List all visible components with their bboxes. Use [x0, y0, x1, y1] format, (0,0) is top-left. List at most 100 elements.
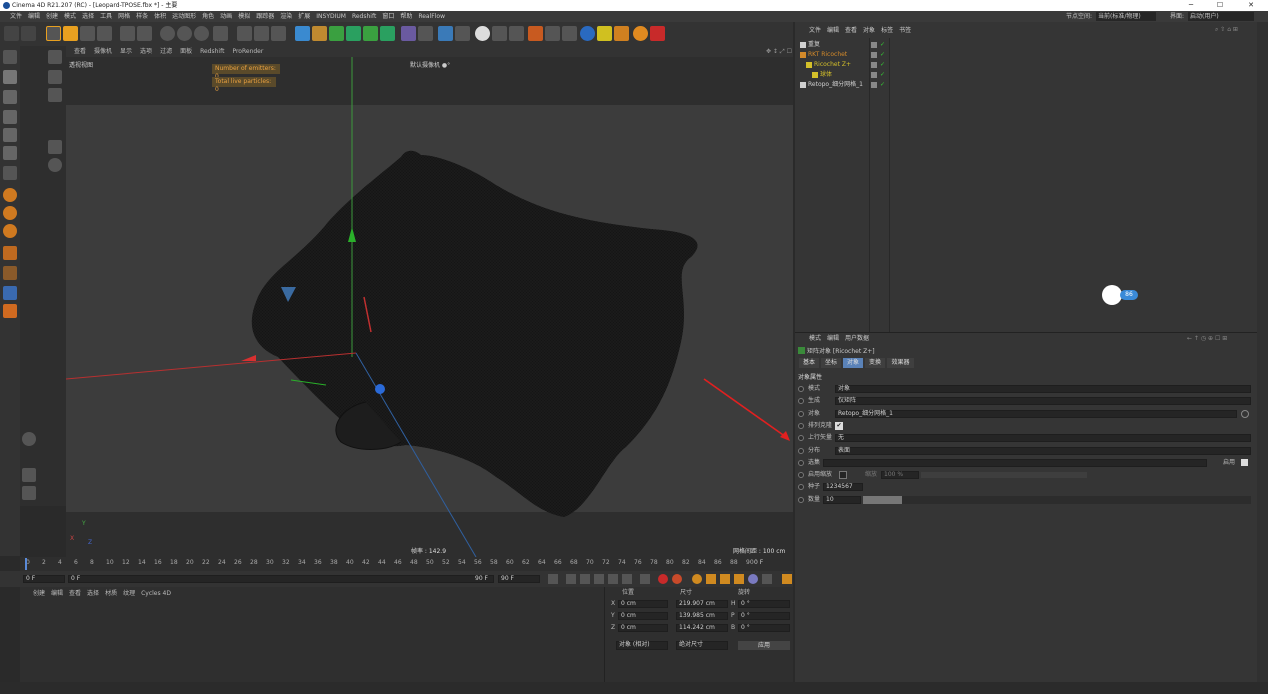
- om-menu-item[interactable]: 书签: [899, 27, 911, 34]
- coord-size-field[interactable]: 139.985 cm: [676, 612, 728, 620]
- points-mode-icon[interactable]: [3, 110, 17, 124]
- visibility-icon[interactable]: [871, 62, 877, 68]
- visibility-icon[interactable]: [871, 72, 877, 78]
- coord-system-icon[interactable]: [213, 26, 228, 41]
- param-dropdown[interactable]: 无: [835, 434, 1251, 443]
- y-axis-icon[interactable]: [177, 26, 192, 41]
- menu-item[interactable]: 扩展: [298, 13, 310, 20]
- edges-mode-icon[interactable]: [3, 128, 17, 142]
- polygons-mode-icon[interactable]: [3, 146, 17, 160]
- next-key-icon[interactable]: [622, 574, 632, 584]
- grid-icon[interactable]: [562, 26, 577, 41]
- array-icon[interactable]: [363, 26, 378, 41]
- enabled-check-icon[interactable]: ✓: [880, 60, 885, 70]
- vp-menu-item[interactable]: 查看: [74, 48, 86, 55]
- keyframe-select-icon[interactable]: [692, 574, 702, 584]
- render-view-icon[interactable]: [237, 26, 252, 41]
- end-frame-field[interactable]: 90 F: [498, 575, 540, 583]
- object-row[interactable]: Ricochet Z+ ✓: [795, 60, 890, 70]
- param-anim-dot[interactable]: [798, 484, 804, 491]
- coord-size-field[interactable]: 219.907 cm: [676, 600, 728, 608]
- menu-item[interactable]: 模式: [64, 13, 76, 20]
- texture-mode-icon[interactable]: [3, 90, 17, 104]
- scale-icon[interactable]: [80, 26, 95, 41]
- add-icon[interactable]: [137, 26, 152, 41]
- render-picture-icon[interactable]: [254, 26, 269, 41]
- s-tool3-icon[interactable]: [3, 224, 17, 238]
- enabled-check-icon[interactable]: ✓: [880, 50, 885, 60]
- param-anim-dot[interactable]: [798, 472, 804, 479]
- vp-menu-item[interactable]: Redshift: [200, 48, 224, 55]
- target-icon[interactable]: [614, 26, 629, 41]
- param-field[interactable]: 10: [823, 495, 861, 504]
- record-icon[interactable]: [658, 574, 668, 584]
- enabled-check-icon[interactable]: ✓: [880, 40, 885, 50]
- om-menu-item[interactable]: 编辑: [827, 27, 839, 34]
- param-field[interactable]: 1234567: [823, 483, 863, 492]
- attr-tab-2[interactable]: 对象: [843, 358, 863, 368]
- menu-item[interactable]: 体积: [154, 13, 166, 20]
- vp-menu-item[interactable]: 摄像机: [94, 48, 112, 55]
- param-dropdown[interactable]: 对象: [835, 385, 1251, 393]
- vp-menu-item[interactable]: 选项: [140, 48, 152, 55]
- visibility-icon[interactable]: [871, 82, 877, 88]
- menu-item[interactable]: 创建: [46, 13, 58, 20]
- start-frame-field[interactable]: 0 F: [23, 575, 65, 583]
- vp-menu-item[interactable]: ProRender: [232, 48, 263, 55]
- menu-item[interactable]: 渲染: [280, 13, 292, 20]
- subdivision-icon[interactable]: [329, 26, 344, 41]
- node-space-select[interactable]: 当前(标准/物理): [1096, 12, 1156, 21]
- attr-nav-icons[interactable]: ← ↑ ◷ ⊕ ☐ ⊞: [1187, 335, 1227, 342]
- attr-menu-item[interactable]: 编辑: [827, 335, 839, 342]
- object-row[interactable]: 重复 ✓: [795, 40, 890, 50]
- coord-pos-field[interactable]: 0 cm: [618, 612, 668, 620]
- plugin-icon[interactable]: [597, 26, 612, 41]
- maximize-button[interactable]: ☐: [1205, 0, 1235, 11]
- x-axis-icon[interactable]: [160, 26, 175, 41]
- attr-tab-3[interactable]: 变换: [865, 358, 885, 368]
- clock-icon[interactable]: [22, 432, 36, 446]
- z-axis-icon[interactable]: [194, 26, 209, 41]
- light-icon[interactable]: [475, 26, 490, 41]
- s-plugin-icon[interactable]: [633, 26, 648, 41]
- circle-tool-icon[interactable]: [48, 158, 62, 172]
- rotate-tool-icon[interactable]: [48, 70, 62, 84]
- viewport[interactable]: 透视视图 默认摄像机 ●° Number of emitters: 0 Tota…: [66, 57, 793, 557]
- menu-item[interactable]: Redshift: [352, 13, 376, 20]
- model-mode-icon[interactable]: [3, 70, 17, 84]
- param-checkbox[interactable]: ✔: [835, 421, 843, 430]
- next-frame-icon[interactable]: [608, 574, 618, 584]
- param-anim-dot[interactable]: [798, 459, 804, 466]
- attr-tab-1[interactable]: 坐标: [821, 358, 841, 368]
- brush-icon[interactable]: [3, 266, 17, 280]
- recent-tool-icon[interactable]: [120, 26, 135, 41]
- layer-icon[interactable]: [3, 286, 17, 300]
- visibility-icon[interactable]: [871, 42, 877, 48]
- extrude-icon[interactable]: [346, 26, 361, 41]
- particle-icon[interactable]: [545, 26, 560, 41]
- timeline-layout-icon[interactable]: [782, 574, 792, 584]
- om-menu-item[interactable]: 文件: [809, 27, 821, 34]
- coord-rot-field[interactable]: 0 °: [738, 612, 790, 620]
- vp-menu-item[interactable]: 显示: [120, 48, 132, 55]
- play-icon[interactable]: [594, 574, 604, 584]
- snap-icon[interactable]: [3, 166, 17, 180]
- param-anim-dot[interactable]: [798, 447, 804, 454]
- key-param-icon[interactable]: [748, 574, 758, 584]
- menu-item[interactable]: 选择: [82, 13, 94, 20]
- move-icon[interactable]: [63, 26, 78, 41]
- menu-item[interactable]: 编辑: [28, 13, 40, 20]
- redo-icon[interactable]: [21, 26, 36, 41]
- coord-mode-select[interactable]: 对象 (相对): [616, 641, 668, 650]
- param-link-field[interactable]: Retopo_细分网格_1: [835, 409, 1237, 418]
- cube-tool-icon[interactable]: [48, 140, 62, 154]
- mat-menu-item[interactable]: Cycles 4D: [141, 590, 171, 597]
- object-row[interactable]: 球体 ✓: [795, 70, 890, 80]
- scene-icon[interactable]: [438, 26, 453, 41]
- viewport-nav-icon[interactable]: ✥ ↕ ⤢ ☐: [766, 46, 792, 57]
- emitter-icon[interactable]: [528, 26, 543, 41]
- param-anim-dot[interactable]: [798, 386, 804, 392]
- param-anim-dot[interactable]: [798, 435, 804, 442]
- playhead[interactable]: [25, 558, 27, 570]
- magnet-icon[interactable]: [3, 246, 17, 260]
